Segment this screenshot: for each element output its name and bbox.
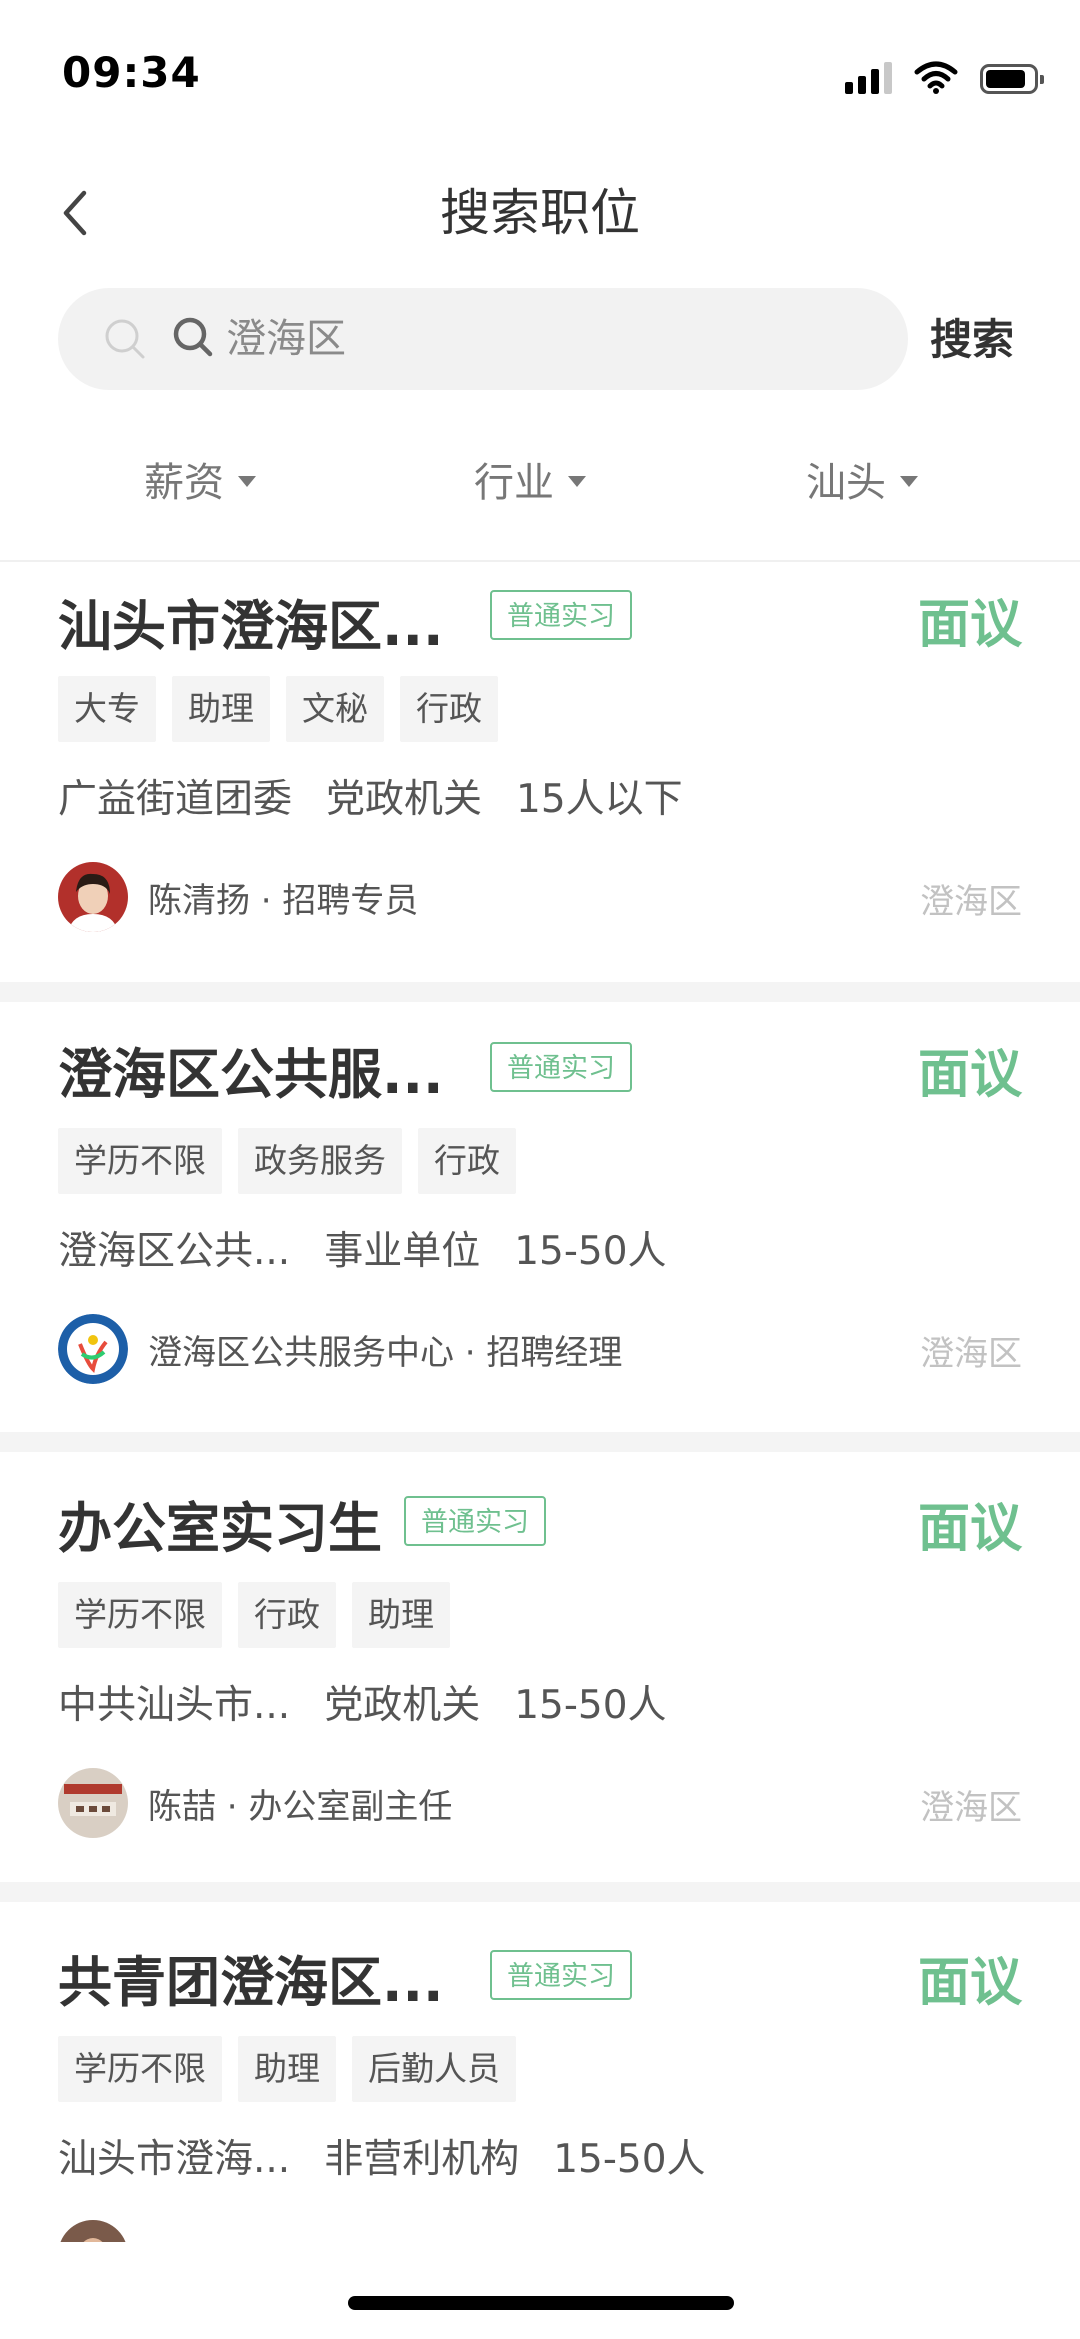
avatar xyxy=(58,2220,128,2242)
job-location: 澄海区 xyxy=(920,1334,1022,1374)
job-card[interactable]: 办公室实习生 普通实习 面议 学历不限 行政 助理 中共汕头市... 党政机关 … xyxy=(0,1452,1080,1882)
avatar xyxy=(58,1314,128,1384)
job-card[interactable]: 共青团澄海区... 普通实习 面议 学历不限 助理 后勤人员 汕头市澄海... … xyxy=(0,1902,1080,2242)
filter-bar: 薪资 行业 汕头 xyxy=(0,430,1080,530)
avatar xyxy=(58,1768,128,1838)
job-list[interactable]: 汕头市澄海区... 普通实习 面议 大专 助理 文秘 行政 广益街道团委 党政机… xyxy=(0,562,1080,2242)
job-tags: 大专 助理 文秘 行政 xyxy=(58,676,498,742)
wifi-icon xyxy=(914,61,958,94)
cellular-signal-icon xyxy=(845,60,892,94)
job-tags: 学历不限 政务服务 行政 xyxy=(58,1128,516,1194)
status-icons xyxy=(845,60,1044,94)
home-indicator[interactable] xyxy=(348,2296,734,2310)
job-title: 办公室实习生 xyxy=(58,1497,382,1560)
company-name: 广益街道团委 xyxy=(58,777,293,822)
job-title: 共青团澄海区... xyxy=(58,1951,444,2014)
company-size: 15-50人 xyxy=(514,1229,667,1274)
job-location: 澄海区 xyxy=(920,1788,1022,1828)
company-type: 事业单位 xyxy=(324,1229,481,1274)
job-tag: 文秘 xyxy=(286,676,384,742)
job-title: 汕头市澄海区... xyxy=(58,595,444,658)
company-info: 澄海区公共... 事业单位 15-50人 xyxy=(58,1220,667,1276)
job-tag: 学历不限 xyxy=(58,1582,222,1648)
job-location: 澄海区 xyxy=(920,882,1022,922)
job-card[interactable]: 汕头市澄海区... 普通实习 面议 大专 助理 文秘 行政 广益街道团委 党政机… xyxy=(0,562,1080,982)
company-type: 党政机关 xyxy=(324,1683,481,1728)
job-tags: 学历不限 助理 后勤人员 xyxy=(58,2036,516,2102)
job-salary: 面议 xyxy=(917,595,1022,655)
battery-icon xyxy=(980,64,1044,94)
job-tag: 行政 xyxy=(400,676,498,742)
job-type-badge: 普通实习 xyxy=(404,1496,546,1546)
job-tag: 助理 xyxy=(352,1582,450,1648)
job-card[interactable]: 澄海区公共服... 普通实习 面议 学历不限 政务服务 行政 澄海区公共... … xyxy=(0,1002,1080,1432)
recruiter: 陈清扬 · 招聘专员 xyxy=(58,862,418,932)
recruiter: 陈喆 · 办公室副主任 xyxy=(58,1768,452,1838)
card-separator xyxy=(0,1432,1080,1452)
filter-label: 行业 xyxy=(474,460,554,506)
caret-down-icon xyxy=(238,475,256,487)
card-separator xyxy=(0,982,1080,1002)
caret-down-icon xyxy=(568,475,586,487)
job-tags: 学历不限 行政 助理 xyxy=(58,1582,450,1648)
job-tag: 大专 xyxy=(58,676,156,742)
job-tag: 政务服务 xyxy=(238,1128,402,1194)
search-input[interactable] xyxy=(226,288,866,390)
company-info: 汕头市澄海... 非营利机构 15-50人 xyxy=(58,2128,706,2184)
job-tag: 行政 xyxy=(238,1582,336,1648)
status-time: 09:34 xyxy=(62,48,201,97)
recruiter: 澄海区公共服务中心 · 招聘经理 xyxy=(58,1314,622,1384)
job-type-badge: 普通实习 xyxy=(490,1042,632,1092)
job-salary: 面议 xyxy=(917,1499,1022,1559)
search-button[interactable]: 搜索 xyxy=(930,300,1014,380)
search-icon xyxy=(173,317,213,357)
company-name: 澄海区公共... xyxy=(58,1229,291,1274)
company-type: 非营利机构 xyxy=(324,2137,520,2182)
job-tag: 后勤人员 xyxy=(352,2036,516,2102)
filter-industry[interactable]: 行业 xyxy=(474,450,586,508)
company-name: 汕头市澄海... xyxy=(58,2137,291,2182)
company-name: 中共汕头市... xyxy=(58,1683,291,1728)
job-title: 澄海区公共服... xyxy=(58,1043,444,1106)
filter-label: 汕头 xyxy=(806,460,886,506)
status-bar: 09:34 xyxy=(0,0,1080,150)
recruiter-name: 陈喆 · 办公室副主任 xyxy=(148,1786,453,1827)
job-tag: 助理 xyxy=(172,676,270,742)
card-separator xyxy=(0,1882,1080,1902)
job-tag: 学历不限 xyxy=(58,1128,222,1194)
company-size: 15-50人 xyxy=(514,1683,667,1728)
company-size: 15-50人 xyxy=(553,2137,706,2182)
company-size: 15人以下 xyxy=(516,777,683,822)
job-salary: 面议 xyxy=(917,1045,1022,1105)
filter-label: 薪资 xyxy=(144,460,224,506)
recruiter-name: 陈清扬 · 招聘专员 xyxy=(148,880,419,921)
company-info: 广益街道团委 党政机关 15人以下 xyxy=(58,768,683,824)
recruiter-name: 澄海区公共服务中心 · 招聘经理 xyxy=(148,1332,623,1373)
search-icon xyxy=(105,319,145,359)
page-title: 搜索职位 xyxy=(440,184,640,242)
job-type-badge: 普通实习 xyxy=(490,1950,632,2000)
job-tag: 行政 xyxy=(418,1128,516,1194)
recruiter xyxy=(58,2220,128,2242)
caret-down-icon xyxy=(900,475,918,487)
filter-salary[interactable]: 薪资 xyxy=(144,450,256,508)
job-salary: 面议 xyxy=(917,1953,1022,2013)
company-type: 党政机关 xyxy=(326,777,483,822)
company-info: 中共汕头市... 党政机关 15-50人 xyxy=(58,1674,667,1730)
job-tag: 学历不限 xyxy=(58,2036,222,2102)
search-box[interactable] xyxy=(58,288,908,390)
filter-city[interactable]: 汕头 xyxy=(806,450,918,508)
job-tag: 助理 xyxy=(238,2036,336,2102)
battery-level xyxy=(986,70,1025,88)
job-type-badge: 普通实习 xyxy=(490,590,632,640)
avatar xyxy=(58,862,128,932)
nav-bar: 搜索职位 xyxy=(0,150,1080,280)
